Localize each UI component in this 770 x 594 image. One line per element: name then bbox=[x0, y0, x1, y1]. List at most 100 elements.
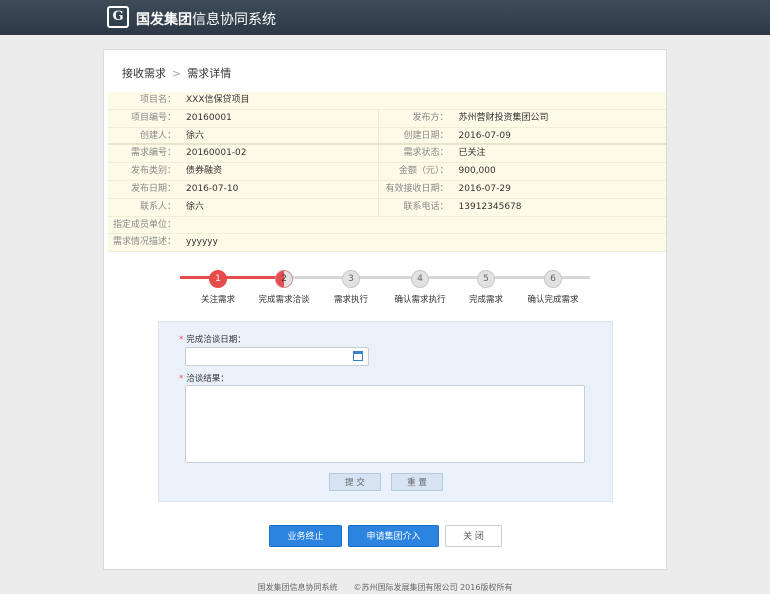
info-cell: 创建日期： 2016-07-09 bbox=[377, 127, 666, 144]
info-value: 徐六 bbox=[186, 201, 205, 212]
info-label: 需求编号： bbox=[130, 148, 176, 159]
step-label: 完成需求洽谈 bbox=[258, 295, 310, 305]
info-cell: 指定成员单位： bbox=[108, 217, 666, 234]
info-row: 发布日期： 2016-07-10 有效接收日期： 2016-07-29 bbox=[108, 180, 666, 199]
info-cell: 创建人： 徐六 bbox=[108, 128, 378, 144]
footer: 国发集团信息协同系统 ©苏州国际发展集团有限公司 2016版权所有 bbox=[0, 582, 770, 593]
progress-step: 5 完成需求 bbox=[451, 270, 521, 305]
step-number: 5 bbox=[477, 270, 495, 288]
info-row: 需求编号： 20160001-02 需求状态： 已关注 bbox=[108, 145, 666, 164]
breadcrumb: 接收需求 > 需求详情 bbox=[122, 65, 231, 81]
info-row: 项目名： XXX信保贷项目 bbox=[108, 92, 666, 110]
progress-step: 6 确认完成需求 bbox=[518, 270, 588, 305]
info-cell: 有效接收日期： 2016-07-29 bbox=[377, 180, 666, 198]
info-label: 指定成员单位： bbox=[112, 219, 176, 230]
breadcrumb-separator: > bbox=[172, 67, 182, 80]
step-number: 3 bbox=[342, 270, 360, 288]
info-label: 项目名： bbox=[139, 95, 176, 105]
breadcrumb-parent[interactable]: 接收需求 bbox=[122, 67, 166, 80]
info-value bbox=[176, 217, 186, 234]
info-cell: 需求情况描述： yyyyyy bbox=[108, 234, 666, 251]
info-cell: 发布方： 苏州营财投资集团公司 bbox=[377, 109, 666, 127]
info-value: XXX信保贷项目 bbox=[186, 95, 250, 105]
info-label: 有效接收日期： bbox=[385, 183, 449, 194]
app-logo: G bbox=[107, 6, 129, 28]
info-value: 2016-07-10 bbox=[186, 183, 239, 194]
negotiation-form: * 完成洽谈日期： * 洽谈结果： 提 交 重 置 bbox=[158, 321, 613, 502]
info-cell: 金额（元）： 900,000 bbox=[377, 163, 666, 180]
info-row: 发布类别： 债券融资 金额（元）： 900,000 bbox=[108, 163, 666, 181]
info-row: 项目编号： 20160001 发布方： 苏州营财投资集团公司 bbox=[108, 109, 666, 128]
info-value: 20160001-02 bbox=[186, 148, 247, 159]
step-label: 确认完成需求 bbox=[527, 295, 579, 305]
detail-card: 接收需求 > 需求详情 项目名： XXX信保贷项目 项目编号： 20160001 发布方： 苏… bbox=[103, 49, 667, 570]
info-label: 金额（元）： bbox=[399, 166, 449, 177]
info-cell: 需求状态： 已关注 bbox=[377, 145, 666, 163]
info-label: 联系人： bbox=[139, 201, 176, 212]
info-row: 指定成员单位： bbox=[108, 216, 666, 235]
info-row: 联系人： 徐六 联系电话： 13912345678 bbox=[108, 198, 666, 217]
calendar-icon[interactable] bbox=[353, 351, 363, 361]
info-label: 发布日期： bbox=[130, 183, 176, 194]
info-label: 需求情况描述： bbox=[112, 237, 176, 248]
progress-step: 4 确认需求执行 bbox=[385, 270, 455, 305]
reset-button[interactable]: 重 置 bbox=[391, 473, 443, 491]
step-number: 1 bbox=[209, 270, 227, 288]
step-label: 关注需求 bbox=[200, 295, 235, 305]
step-number: 2 bbox=[275, 270, 293, 288]
info-cell: 项目编号： 20160001 bbox=[108, 110, 378, 127]
progress-step: 2 完成需求洽谈 bbox=[249, 270, 319, 305]
info-value: 2016-07-09 bbox=[458, 130, 511, 141]
info-table: 项目名： XXX信保贷项目 项目编号： 20160001 发布方： 苏州营财投资集团公司创… bbox=[108, 92, 666, 253]
top-bar: G 国发集团信息协同系统 bbox=[0, 0, 770, 35]
info-label: 创建人： bbox=[139, 130, 176, 141]
app-title: 国发集团信息协同系统 bbox=[136, 9, 276, 29]
breadcrumb-current: 需求详情 bbox=[187, 67, 232, 80]
info-value: 900,000 bbox=[458, 166, 496, 177]
info-label: 项目编号： bbox=[130, 112, 176, 123]
required-mark: * bbox=[179, 374, 184, 384]
info-cell: 联系电话： 13912345678 bbox=[377, 198, 666, 216]
info-value: 20160001 bbox=[186, 112, 232, 123]
close-button[interactable]: 关 闭 bbox=[445, 525, 502, 547]
result-textarea[interactable] bbox=[185, 385, 585, 463]
date-label-text: 完成洽谈日期： bbox=[186, 335, 246, 345]
info-value: yyyyyy bbox=[186, 237, 218, 248]
required-mark: * bbox=[179, 335, 184, 345]
info-value: 已关注 bbox=[458, 148, 486, 159]
footer-copyright: ©苏州国际发展集团有限公司 2016版权所有 bbox=[353, 583, 513, 592]
result-field-label: * 洽谈结果： bbox=[179, 372, 229, 384]
app-title-bold: 国发集团 bbox=[136, 12, 192, 28]
info-value: 徐六 bbox=[186, 130, 205, 141]
info-label: 发布方： bbox=[412, 112, 449, 123]
info-label: 发布类别： bbox=[130, 166, 176, 177]
progress-step: 1 关注需求 bbox=[183, 270, 253, 305]
info-cell: 需求编号： 20160001-02 bbox=[108, 145, 378, 162]
step-number: 4 bbox=[411, 270, 429, 288]
info-value: 13912345678 bbox=[458, 201, 522, 212]
step-number: 6 bbox=[544, 270, 562, 288]
app-title-rest: 信息协同系统 bbox=[192, 12, 276, 28]
progress-step: 3 需求执行 bbox=[316, 270, 386, 305]
info-value: 苏州营财投资集团公司 bbox=[458, 112, 549, 123]
submit-button[interactable]: 提 交 bbox=[329, 473, 381, 491]
info-cell: 发布类别： 债券融资 bbox=[108, 163, 378, 180]
step-label: 完成需求 bbox=[468, 295, 503, 305]
info-label: 需求状态： bbox=[403, 148, 449, 159]
terminate-button[interactable]: 业务终止 bbox=[269, 525, 342, 547]
info-cell: 发布日期： 2016-07-10 bbox=[108, 181, 378, 198]
info-cell: 项目名： XXX信保贷项目 bbox=[108, 92, 666, 109]
date-field-label: * 完成洽谈日期： bbox=[179, 333, 246, 345]
info-value: 2016-07-29 bbox=[458, 183, 511, 194]
info-row: 创建人： 徐六 创建日期： 2016-07-09 bbox=[108, 127, 666, 146]
date-field[interactable] bbox=[185, 347, 369, 366]
progress-steps: 1 关注需求 2 完成需求洽谈 3 需求执行 4 确认需求执行 5 完成需求 6 确认完成需求 bbox=[180, 270, 594, 310]
info-cell: 联系人： 徐六 bbox=[108, 199, 378, 216]
info-row: 需求情况描述： yyyyyy bbox=[108, 234, 666, 253]
apply-intervention-button[interactable]: 申请集团介入 bbox=[348, 525, 439, 547]
footer-system: 国发集团信息协同系统 bbox=[257, 583, 338, 592]
info-label: 联系电话： bbox=[403, 201, 449, 212]
info-value: 债券融资 bbox=[186, 166, 223, 177]
step-label: 确认需求执行 bbox=[394, 295, 446, 305]
step-label: 需求执行 bbox=[333, 295, 368, 305]
